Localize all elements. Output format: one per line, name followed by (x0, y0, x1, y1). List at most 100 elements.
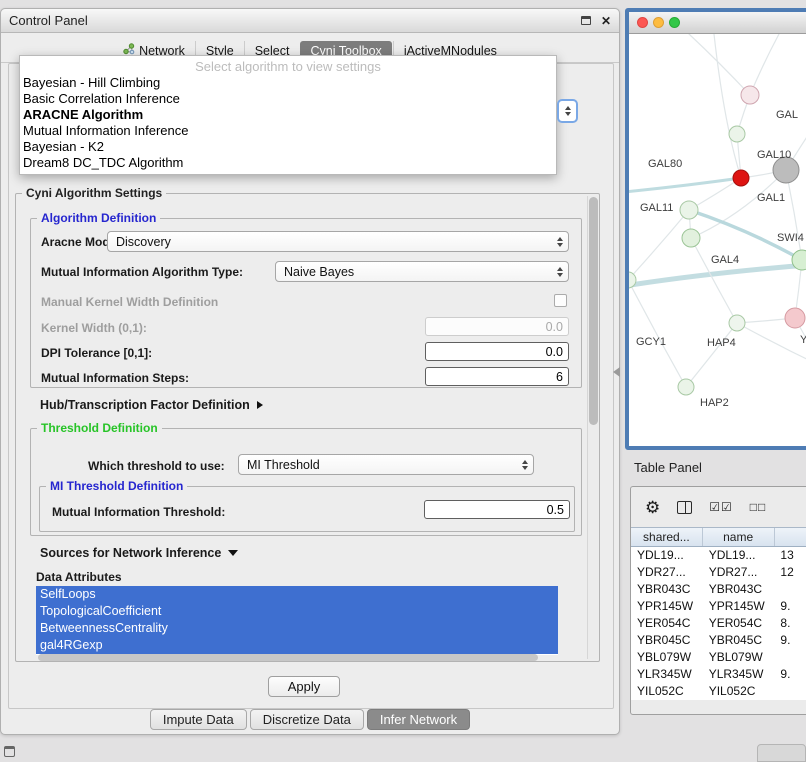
algorithm-option[interactable]: ARACNE Algorithm (20, 107, 556, 123)
table-row[interactable]: YDR27...YDR27...12 (631, 564, 806, 581)
columns-icon[interactable] (677, 501, 692, 514)
network-view-window: GAL80GAL10GALGAL11GAL1SWI4GAL4GCY1HAP4YH… (625, 8, 806, 450)
mi-steps-label: Mutual Information Steps: (41, 371, 189, 385)
algorithm-option[interactable]: Mutual Information Inference (20, 123, 556, 139)
table-cell: YBL079W (703, 649, 775, 666)
node-label: GAL10 (757, 149, 791, 161)
node-label: HAP2 (700, 397, 729, 409)
zoom-traffic-light-icon[interactable] (669, 17, 680, 28)
network-node[interactable] (678, 379, 694, 395)
network-canvas[interactable]: GAL80GAL10GALGAL11GAL1SWI4GAL4GCY1HAP4YH… (629, 34, 806, 445)
expanded-arrow-icon (228, 550, 238, 556)
table-row[interactable]: YPR145WYPR145W9. (631, 598, 806, 615)
dpi-tolerance-input[interactable] (425, 342, 569, 361)
aracne-mode-select[interactable]: Discovery (107, 231, 569, 252)
close-traffic-light-icon[interactable] (637, 17, 648, 28)
window-title: Control Panel (9, 13, 88, 28)
collapsed-arrow-icon (257, 401, 263, 409)
network-canvas-svg: GAL80GAL10GALGAL11GAL1SWI4GAL4GCY1HAP4YH… (629, 34, 806, 445)
combo-arrows-icon (522, 460, 528, 470)
attribute-item[interactable]: TopologicalCoefficient (36, 603, 558, 620)
network-window-titlebar (629, 12, 806, 34)
network-node[interactable] (682, 229, 700, 247)
table-cell: YDR27... (703, 564, 775, 581)
network-node[interactable] (733, 170, 749, 186)
table-body: YDL19...YDL19...13YDR27...YDR27...12YBR0… (631, 547, 806, 700)
table-cell: YPR145W (703, 598, 775, 615)
algorithm-option[interactable]: Bayesian - K2 (20, 139, 556, 155)
node-label: GAL1 (757, 192, 785, 204)
settings-scrollbar-thumb[interactable] (589, 197, 598, 425)
mi-type-select[interactable]: Naive Bayes (275, 261, 569, 282)
table-cell: 9. (774, 666, 806, 683)
algorithm-option[interactable]: Basic Correlation Inference (20, 91, 556, 107)
table-row[interactable]: YBR043CYBR043C (631, 581, 806, 598)
node-label: GAL11 (640, 202, 673, 214)
table-row[interactable]: YLR345WYLR345W9. (631, 666, 806, 683)
control-panel-window: Control Panel ✕ NetworkStyleSelectCyni T… (0, 8, 620, 735)
docked-window-icon[interactable] (4, 746, 15, 757)
network-edge (714, 34, 741, 178)
attribute-item[interactable]: gal4RGexp (36, 637, 558, 654)
apply-button[interactable]: Apply (268, 676, 340, 697)
sources-section-toggle[interactable]: Sources for Network Inference (40, 546, 238, 560)
algorithm-combo-spinner[interactable] (557, 99, 578, 123)
kernel-width-input[interactable] (425, 317, 569, 336)
table-row[interactable]: YDL19...YDL19...13 (631, 547, 806, 564)
network-edge (629, 264, 806, 286)
select-columns-icon[interactable]: ☑☑ (709, 500, 733, 514)
attributes-hscrollbar-thumb[interactable] (38, 654, 538, 661)
network-node[interactable] (729, 126, 745, 142)
combo-arrows-icon (557, 237, 563, 247)
gear-icon[interactable]: ⚙ (645, 499, 660, 516)
spinner-up-icon (565, 106, 571, 110)
mi-threshold-label: Mutual Information Threshold: (52, 505, 225, 519)
algorithm-option[interactable]: Bayesian - Hill Climbing (20, 75, 556, 91)
bottom-right-tab[interactable] (757, 744, 806, 762)
table-cell: YBR045C (703, 632, 775, 649)
deselect-columns-icon[interactable]: □□ (750, 500, 767, 514)
manual-kernel-checkbox[interactable] (554, 294, 567, 307)
mi-type-value: Naive Bayes (284, 265, 354, 279)
minimize-traffic-light-icon[interactable] (653, 17, 664, 28)
hub-section-toggle[interactable]: Hub/Transcription Factor Definition (40, 398, 263, 412)
attribute-item[interactable]: BetweennessCentrality (36, 620, 558, 637)
which-threshold-select[interactable]: MI Threshold (238, 454, 534, 475)
mi-steps-input[interactable] (425, 367, 569, 386)
algorithm-definition-group: Algorithm Definition Aracne Mode: Discov… (30, 218, 582, 388)
node-label: GCY1 (636, 336, 666, 348)
table-cell: YBL079W (631, 649, 703, 666)
column-header[interactable]: name (703, 528, 775, 546)
float-window-icon[interactable] (581, 16, 591, 25)
column-header[interactable] (775, 528, 806, 546)
threshold-definition-title: Threshold Definition (37, 421, 162, 435)
table-cell: YBR043C (631, 581, 703, 598)
node-label: HAP4 (707, 337, 736, 349)
algorithm-option[interactable]: Dream8 DC_TDC Algorithm (20, 155, 556, 171)
bottom-tab-infer-network[interactable]: Infer Network (367, 709, 470, 730)
control-panel-titlebar: Control Panel ✕ (1, 9, 619, 33)
settings-scrollbar[interactable] (587, 196, 598, 659)
column-header[interactable]: shared... (631, 528, 703, 546)
network-node[interactable] (785, 308, 805, 328)
algorithm-popup-placeholder: Select algorithm to view settings (20, 59, 556, 75)
mi-threshold-group: MI Threshold Definition Mutual Informati… (39, 486, 575, 532)
table-row[interactable]: YIL052CYIL052C (631, 683, 806, 700)
table-row[interactable]: YBL079WYBL079W (631, 649, 806, 666)
table-cell: 9. (774, 598, 806, 615)
node-label: GAL80 (648, 158, 682, 170)
network-node[interactable] (680, 201, 698, 219)
aracne-mode-value: Discovery (116, 235, 171, 249)
bottom-tab-discretize-data[interactable]: Discretize Data (250, 709, 364, 730)
network-node[interactable] (741, 86, 759, 104)
table-row[interactable]: YER054CYER054C8. (631, 615, 806, 632)
bottom-tab-impute-data[interactable]: Impute Data (150, 709, 247, 730)
table-toolbar: ⚙ ☑☑ □□ (631, 487, 806, 527)
table-row[interactable]: YBR045CYBR045C9. (631, 632, 806, 649)
close-icon[interactable]: ✕ (601, 15, 611, 27)
mi-threshold-input[interactable] (424, 500, 570, 519)
attribute-item[interactable]: SelfLoops (36, 586, 558, 603)
table-cell: 9. (774, 632, 806, 649)
network-node[interactable] (729, 315, 745, 331)
panel-splitter-collapse-icon[interactable] (613, 367, 620, 377)
